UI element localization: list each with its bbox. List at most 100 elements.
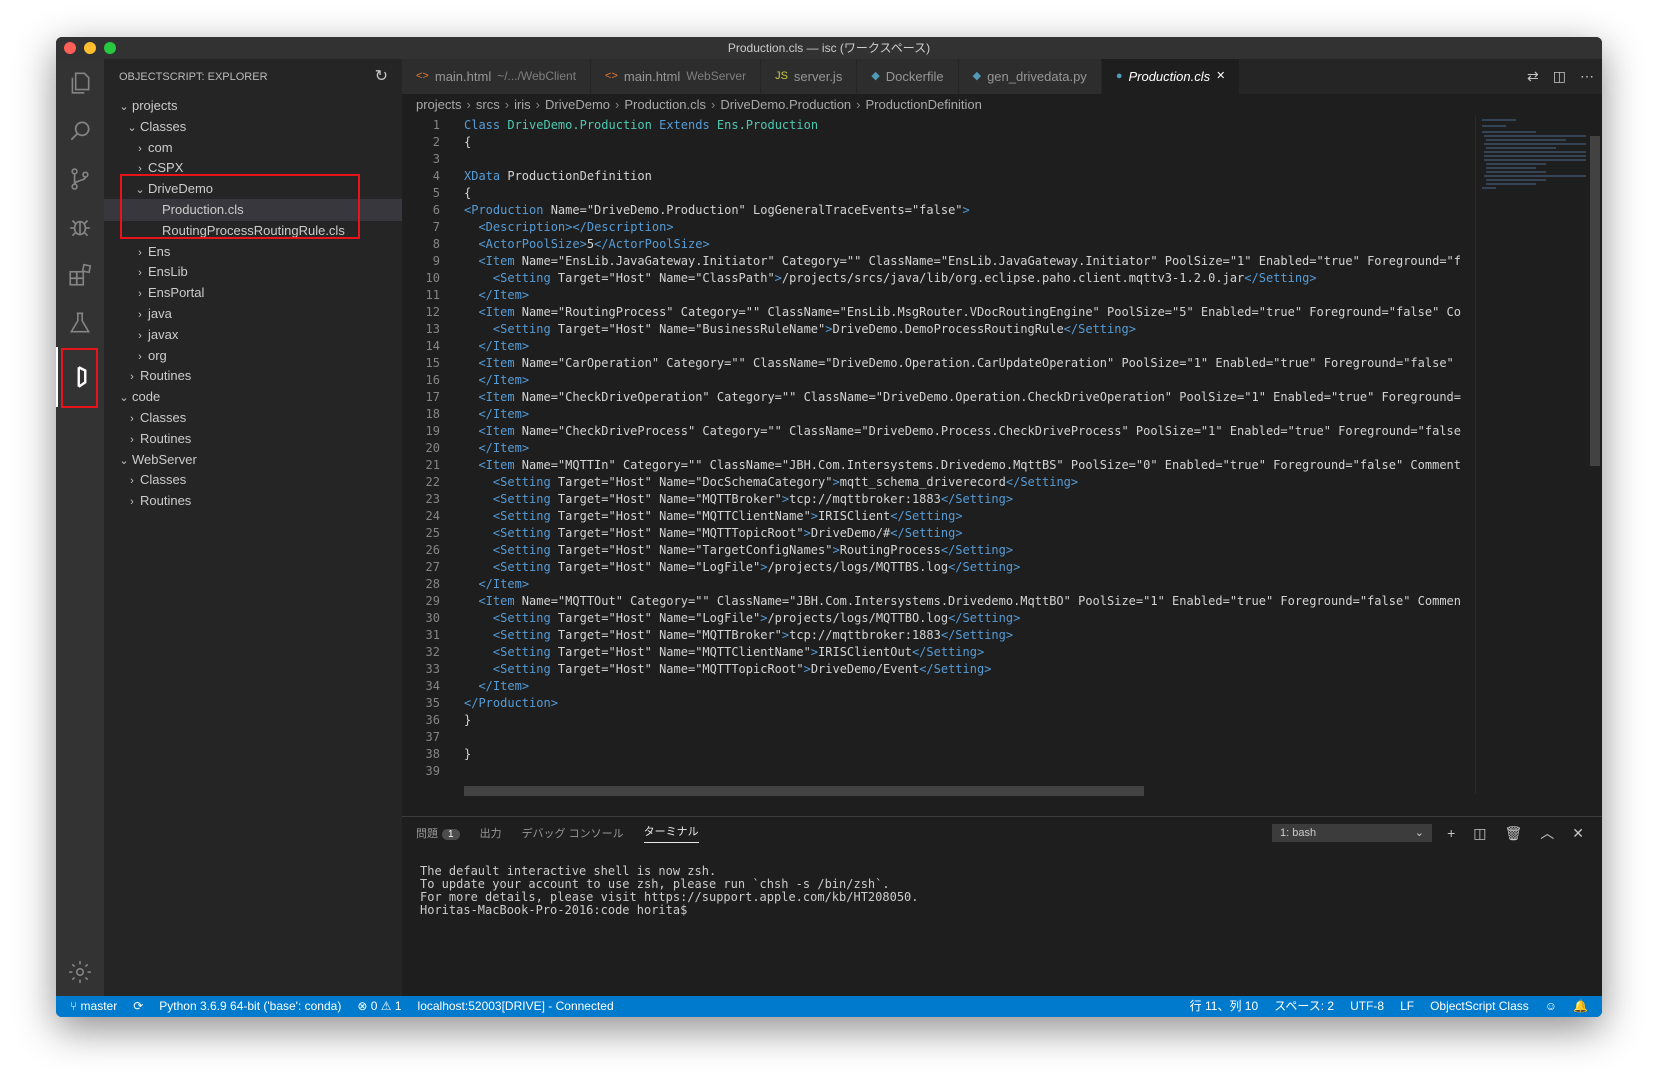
problems-status[interactable]: ⊗ 0 ⚠ 1 bbox=[357, 996, 401, 1017]
code-line[interactable]: 36} bbox=[402, 711, 472, 729]
code-line[interactable]: 34 </Item> bbox=[402, 677, 530, 695]
editor-tab[interactable]: ◆ Dockerfile bbox=[857, 59, 959, 94]
terminal-output[interactable]: The default interactive shell is now zsh… bbox=[420, 865, 919, 917]
tree-item[interactable]: › Ens bbox=[104, 241, 402, 263]
tree-item[interactable]: ⌄ Classes bbox=[104, 116, 402, 138]
close-tab-icon[interactable]: ✕ bbox=[1216, 59, 1225, 94]
code-line[interactable]: 30 <Setting Target="Host" Name="LogFile"… bbox=[402, 609, 1021, 627]
end-of-line[interactable]: LF bbox=[1400, 996, 1414, 1017]
tree-item[interactable]: › EnsLib bbox=[104, 261, 402, 283]
tree-item[interactable]: › com bbox=[104, 137, 402, 159]
code-line[interactable]: 33 <Setting Target="Host" Name="MQTTTopi… bbox=[402, 660, 992, 678]
new-terminal-icon[interactable]: + bbox=[1447, 825, 1455, 841]
code-line[interactable]: 35 </Production> bbox=[402, 694, 558, 712]
breadcrumb-item[interactable]: srcs bbox=[476, 97, 500, 112]
editor-tab[interactable]: <> main.html ~/.../WebClient bbox=[402, 59, 592, 94]
sync-icon[interactable]: ⟳ bbox=[133, 996, 143, 1017]
feedback-smiley-icon[interactable]: ☺ bbox=[1545, 996, 1557, 1017]
code-line[interactable]: 8 <ActorPoolSize>5</ActorPoolSize> bbox=[402, 235, 710, 253]
tree-item[interactable]: › Classes bbox=[104, 407, 402, 429]
code-line[interactable]: 7 <Description></Description> bbox=[402, 218, 674, 236]
notifications-bell-icon[interactable]: 🔔 bbox=[1573, 996, 1588, 1017]
tree-item[interactable]: ⌄ WebServer bbox=[104, 449, 402, 471]
breadcrumb-item[interactable]: DriveDemo bbox=[545, 97, 610, 112]
panel-tab[interactable]: 問題 1 bbox=[416, 825, 460, 841]
indentation[interactable]: スペース: 2 bbox=[1274, 996, 1334, 1017]
panel-tab[interactable]: 出力 bbox=[480, 825, 502, 841]
maximize-panel-icon[interactable]: ︿ bbox=[1540, 823, 1554, 843]
server-connection[interactable]: localhost:52003[DRIVE] - Connected bbox=[418, 996, 614, 1017]
code-line[interactable]: 2{ bbox=[402, 133, 471, 151]
code-editor[interactable]: 1 Class DriveDemo.Production Extends Ens.… bbox=[402, 116, 1602, 794]
debug-icon[interactable] bbox=[56, 203, 104, 251]
explorer-icon[interactable] bbox=[56, 59, 104, 107]
code-line[interactable]: 17 <Item Name="CheckDriveOperation" Cate… bbox=[402, 388, 1461, 406]
editor-tab[interactable]: <> main.html WebServer bbox=[591, 59, 762, 94]
trash-icon[interactable]: 🗑 bbox=[1504, 825, 1522, 842]
code-line[interactable]: 24 <Setting Target="Host" Name="MQTTClie… bbox=[402, 507, 963, 525]
breadcrumb-item[interactable]: ProductionDefinition bbox=[866, 97, 982, 112]
code-line[interactable]: 15 <Item Name="CarOperation" Category=""… bbox=[402, 354, 1454, 372]
panel-tab[interactable]: デバッグ コンソール bbox=[522, 825, 624, 841]
breadcrumb-item[interactable]: projects bbox=[416, 97, 462, 112]
breadcrumb-item[interactable]: DriveDemo.Production bbox=[720, 97, 851, 112]
code-line[interactable]: 38} bbox=[402, 745, 472, 763]
code-line[interactable]: 26 <Setting Target="Host" Name="TargetCo… bbox=[402, 541, 1014, 559]
code-line[interactable]: 39 bbox=[402, 762, 440, 780]
tree-item[interactable]: ⌄ projects bbox=[104, 95, 402, 117]
maximize-window-button[interactable] bbox=[104, 42, 116, 54]
code-line[interactable]: 25 <Setting Target="Host" Name="MQTTTopi… bbox=[402, 524, 963, 542]
editor-tab[interactable]: ● Production.cls ✕ bbox=[1101, 59, 1241, 94]
source-control-icon[interactable] bbox=[56, 155, 104, 203]
code-line[interactable]: 14 </Item> bbox=[402, 337, 530, 355]
tree-item[interactable]: › java bbox=[104, 303, 402, 325]
minimap[interactable] bbox=[1475, 116, 1588, 794]
code-line[interactable]: 18 </Item> bbox=[402, 405, 530, 423]
horizontal-scrollbar[interactable] bbox=[464, 786, 1144, 796]
terminal-select[interactable]: 1: bash ⌄ bbox=[1272, 824, 1432, 842]
tree-item[interactable]: › Classes bbox=[104, 469, 402, 491]
encoding[interactable]: UTF-8 bbox=[1350, 996, 1384, 1017]
minimize-window-button[interactable] bbox=[84, 42, 96, 54]
testing-flask-icon[interactable] bbox=[56, 299, 104, 347]
code-line[interactable]: 5{ bbox=[402, 184, 471, 202]
code-line[interactable]: 32 <Setting Target="Host" Name="MQTTClie… bbox=[402, 643, 985, 661]
vertical-scrollbar[interactable] bbox=[1588, 116, 1602, 794]
tree-item[interactable]: ⌄ code bbox=[104, 386, 402, 408]
editor-tab[interactable]: ◆ gen_drivedata.py bbox=[958, 59, 1102, 94]
code-line[interactable]: 28 </Item> bbox=[402, 575, 530, 593]
code-line[interactable]: 37 bbox=[402, 728, 440, 746]
refresh-icon[interactable]: ↻ bbox=[375, 59, 388, 95]
code-line[interactable]: 4 XData ProductionDefinition bbox=[402, 167, 652, 185]
close-window-button[interactable] bbox=[64, 42, 76, 54]
panel-tab[interactable]: ターミナル bbox=[643, 823, 699, 843]
code-line[interactable]: 10 <Setting Target="Host" Name="ClassPat… bbox=[402, 269, 1317, 287]
extensions-icon[interactable] bbox=[56, 251, 104, 299]
code-line[interactable]: 19 <Item Name="CheckDriveProcess" Catego… bbox=[402, 422, 1461, 440]
code-line[interactable]: 22 <Setting Target="Host" Name="DocSchem… bbox=[402, 473, 1079, 491]
code-line[interactable]: 16 </Item> bbox=[402, 371, 530, 389]
tree-item[interactable]: › org bbox=[104, 345, 402, 367]
code-line[interactable]: 20 </Item> bbox=[402, 439, 530, 457]
compare-icon[interactable]: ⇄ bbox=[1527, 68, 1539, 85]
split-editor-icon[interactable]: ◫ bbox=[1553, 68, 1566, 85]
code-line[interactable]: 3 bbox=[402, 150, 440, 168]
code-line[interactable]: 27 <Setting Target="Host" Name="LogFile"… bbox=[402, 558, 1021, 576]
code-line[interactable]: 12 <Item Name="RoutingProcess" Category=… bbox=[402, 303, 1461, 321]
search-icon[interactable] bbox=[56, 107, 104, 155]
code-line[interactable]: 21 <Item Name="MQTTIn" Category="" Class… bbox=[402, 456, 1461, 474]
split-terminal-icon[interactable]: ◫ bbox=[1473, 825, 1486, 842]
code-line[interactable]: 9 <Item Name="EnsLib.JavaGateway.Initiat… bbox=[402, 252, 1461, 270]
tree-item[interactable]: › EnsPortal bbox=[104, 282, 402, 304]
tree-item[interactable]: › Routines bbox=[104, 428, 402, 450]
cursor-position[interactable]: 行 11、列 10 bbox=[1190, 996, 1258, 1017]
code-line[interactable]: 31 <Setting Target="Host" Name="MQTTBrok… bbox=[402, 626, 1014, 644]
code-line[interactable]: 29 <Item Name="MQTTOut" Category="" Clas… bbox=[402, 592, 1461, 610]
scroll-thumb[interactable] bbox=[1590, 136, 1600, 466]
settings-gear-icon[interactable] bbox=[56, 948, 104, 996]
close-panel-icon[interactable]: ✕ bbox=[1572, 825, 1584, 842]
code-line[interactable]: 1 Class DriveDemo.Production Extends Ens.… bbox=[402, 116, 818, 134]
tree-item[interactable]: › Routines bbox=[104, 365, 402, 387]
breadcrumb-item[interactable]: iris bbox=[514, 97, 531, 112]
branch-status[interactable]: ⑂ master bbox=[70, 996, 117, 1017]
